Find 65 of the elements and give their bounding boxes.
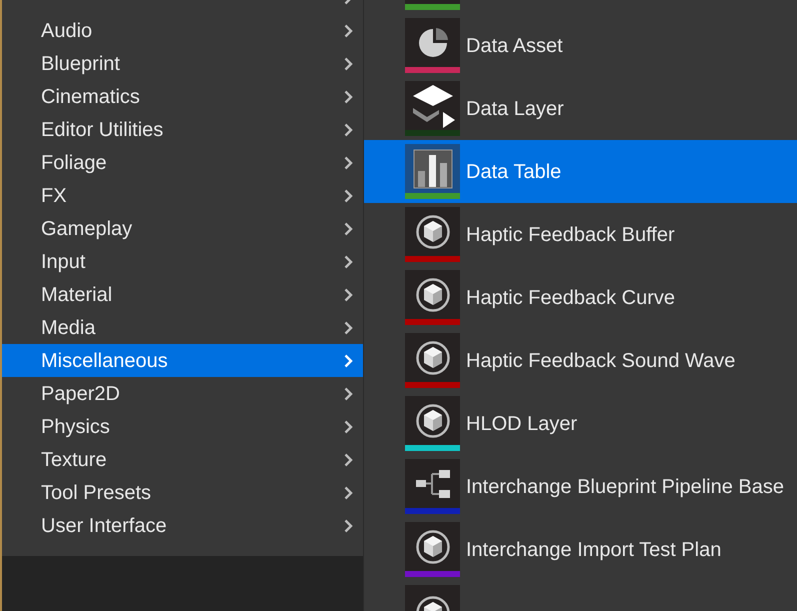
asset-item[interactable]: Haptic Feedback Sound Wave: [364, 329, 797, 392]
chevron-icon: [344, 486, 353, 500]
chevron-icon: [344, 90, 353, 104]
pie-chart-icon: [416, 26, 448, 58]
node-tree-icon: [414, 470, 450, 498]
category-label: Miscellaneous: [41, 348, 168, 374]
chevron-icon: [344, 122, 353, 136]
category-label: Cinematics: [41, 84, 140, 110]
category-label: Texture: [41, 448, 107, 472]
asset-item[interactable]: Data Table: [364, 140, 797, 203]
category-item[interactable]: User Interface: [2, 509, 363, 542]
category-label: User Interface: [41, 514, 167, 538]
category-label: Audio: [41, 18, 92, 44]
category-item[interactable]: Physics: [2, 410, 363, 443]
cube-icon: [414, 276, 450, 312]
category-item[interactable]: Cinematics: [2, 80, 363, 113]
category-item[interactable]: Gameplay: [2, 212, 363, 245]
category-label: Physics: [41, 414, 110, 440]
cube-icon: [414, 340, 450, 376]
asset-item[interactable]: Haptic Feedback Curve: [364, 266, 797, 329]
category-item[interactable]: Foliage: [2, 146, 363, 179]
asset-item[interactable]: Interchange Blueprint Pipeline Base: [364, 455, 797, 518]
chevron-icon: [344, 354, 353, 368]
category-item[interactable]: Input: [2, 245, 363, 278]
category-item[interactable]: Miscellaneous: [2, 344, 363, 377]
category-label: FX: [41, 184, 67, 208]
category-label: Tool Presets: [41, 480, 152, 506]
category-label: Foliage: [41, 150, 107, 176]
category-item[interactable]: Material: [2, 278, 363, 311]
category-item[interactable]: Editor Utilities: [2, 113, 363, 146]
chevron-icon: [344, 254, 353, 268]
cube-icon: [414, 402, 450, 438]
asset-item[interactable]: Data Asset: [364, 14, 797, 77]
chevron-icon: [344, 420, 353, 434]
cube-icon: [414, 528, 450, 564]
category-item[interactable]: Audio: [2, 14, 363, 47]
category-label: Media: [41, 316, 96, 340]
category-item[interactable]: Texture: [2, 443, 363, 476]
chevron-icon: [344, 56, 353, 70]
asset-item[interactable]: Interchange Import Test Plan: [364, 518, 797, 581]
category-label: Input: [41, 250, 86, 274]
category-item[interactable]: Paper2D: [2, 377, 363, 410]
asset-item[interactable]: HLOD Layer: [364, 392, 797, 455]
category-label: Editor Utilities: [41, 118, 164, 142]
chevron-icon: [344, 156, 353, 170]
chevron-icon: [344, 222, 353, 236]
chevron-icon: [344, 386, 353, 400]
category-item[interactable]: FX: [2, 179, 363, 212]
category-label: Blueprint: [41, 52, 120, 76]
bar-chart-icon: [412, 148, 452, 188]
cube-icon: [414, 214, 450, 250]
chevron-icon: [344, 288, 353, 302]
asset-item[interactable]: Haptic Feedback Buffer: [364, 203, 797, 266]
chevron-icon: [344, 188, 353, 202]
category-label: Material: [41, 282, 112, 308]
category-item[interactable]: Media: [2, 311, 363, 344]
chevron-icon: [344, 452, 353, 466]
category-label: Paper2D: [41, 382, 120, 406]
category-item[interactable]: Blueprint: [2, 47, 363, 80]
chevron-icon: [344, 320, 353, 334]
chevron-icon: [344, 24, 353, 38]
category-label: Gameplay: [41, 216, 132, 242]
asset-item[interactable]: Data Layer: [364, 77, 797, 140]
category-item[interactable]: Tool Presets: [2, 476, 363, 509]
chevron-icon: [344, 518, 353, 532]
